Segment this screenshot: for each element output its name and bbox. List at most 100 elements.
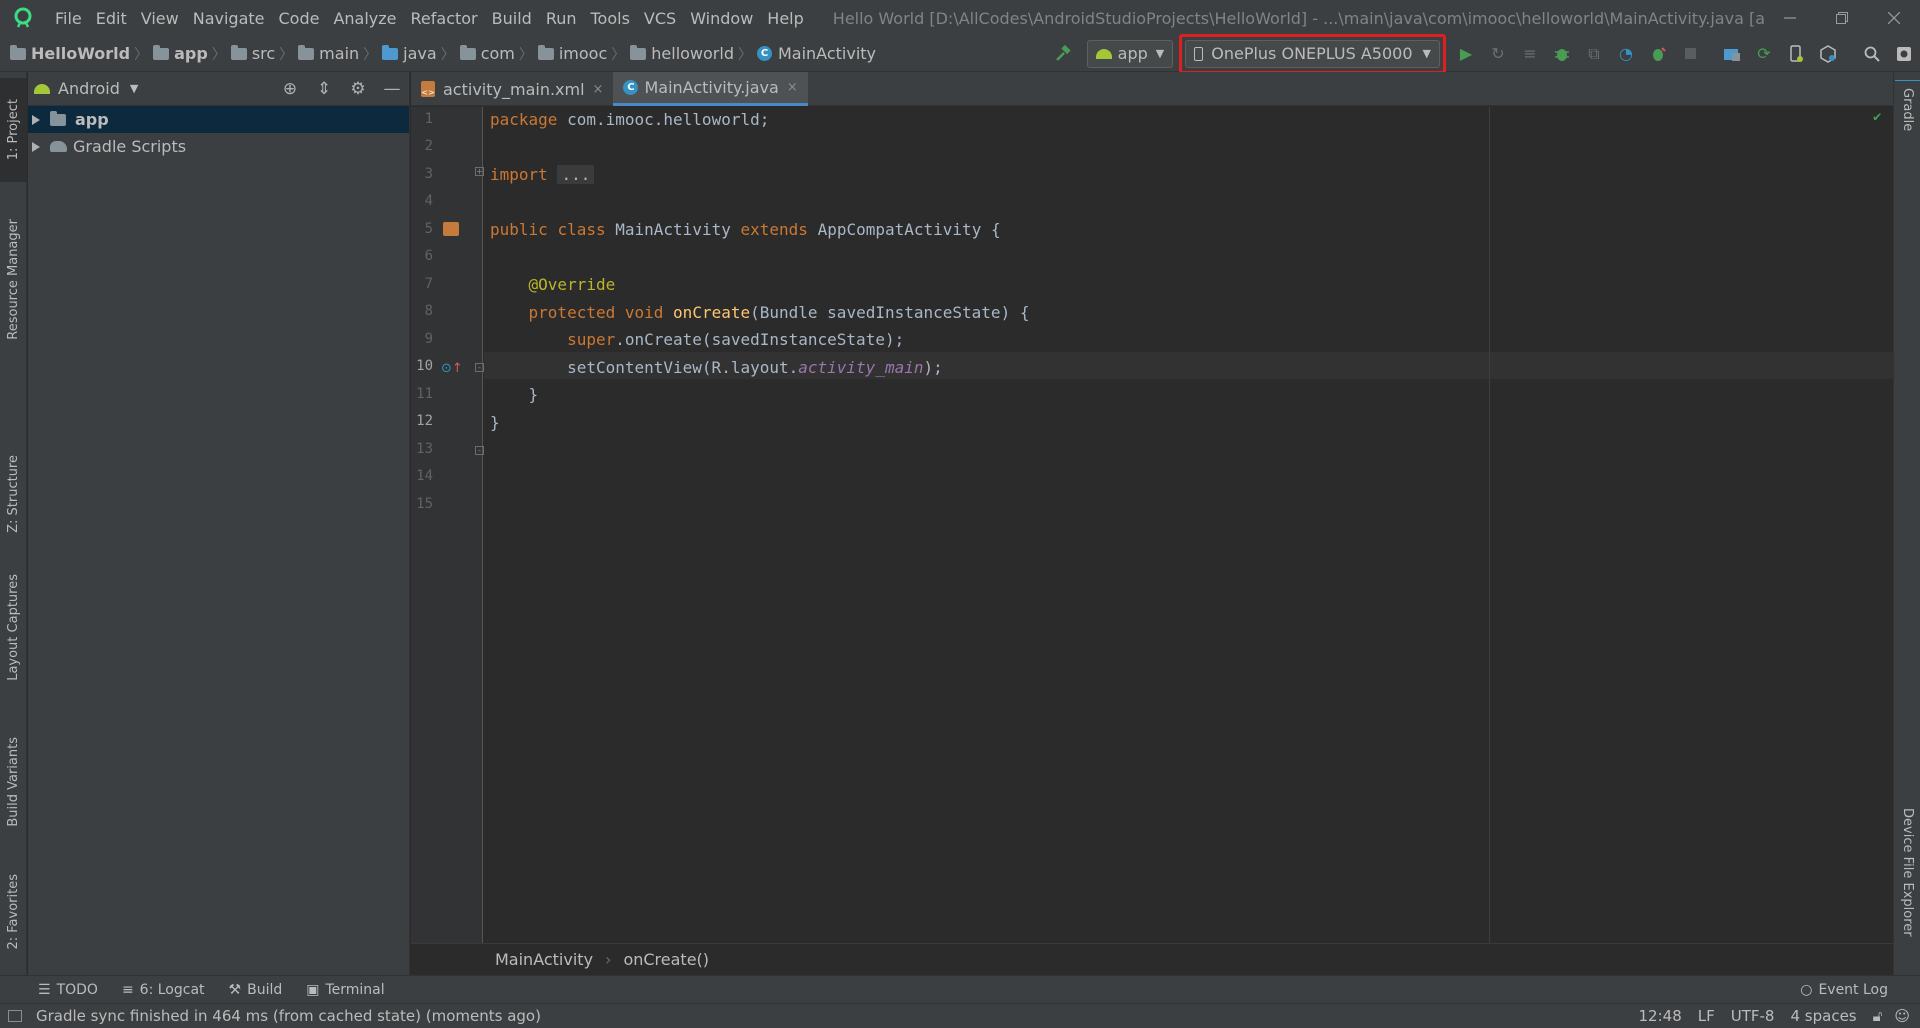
tree-item-gradle-scripts[interactable]: Gradle Scripts [28,133,409,160]
tool-tab-favorites[interactable]: 2: Favorites [0,862,27,962]
gear-icon[interactable]: ⚙ [341,74,375,104]
breadcrumb-java[interactable]: java [382,44,437,63]
device-select[interactable]: OnePlus ONEPLUS A5000 ▼ [1185,39,1440,68]
apply-changes-icon[interactable]: ↻ [1482,40,1514,68]
menu-edit[interactable]: Edit [89,9,134,28]
menu-build[interactable]: Build [485,9,539,28]
breadcrumb-separator: 〉 [279,46,294,63]
line-separator[interactable]: LF [1690,1007,1723,1025]
run-configuration-select[interactable]: app ▼ [1086,39,1174,68]
tool-tab-gradle[interactable]: Gradle [1894,88,1920,148]
tool-tab-layout-captures[interactable]: Layout Captures [0,562,27,692]
avd-manager-icon[interactable] [1780,40,1812,68]
profile-icon[interactable]: ◔ [1610,40,1642,68]
menu-window[interactable]: Window [683,9,760,28]
window-title: Hello World [D:\AllCodes\AndroidStudioPr… [832,8,1764,28]
stop-icon[interactable] [1674,40,1706,68]
event-log-button[interactable]: ○ Event Log [1788,982,1900,998]
tree-item-app[interactable]: app [28,106,409,133]
status-bar: Gradle sync finished in 464 ms (from cac… [0,1003,1920,1028]
right-margin-guide [1489,107,1490,943]
breadcrumb-main[interactable]: main [298,44,359,63]
search-icon[interactable] [1856,40,1888,68]
close-tab-icon[interactable]: × [593,82,604,97]
fold-marker-icon[interactable]: + [475,167,484,176]
tool-tab-resource-manager[interactable]: Resource Manager [0,204,27,354]
close-window-button[interactable] [1868,0,1920,36]
tool-tab-terminal[interactable]: ▣ Terminal [294,982,396,998]
breadcrumb-app[interactable]: app [153,44,208,63]
file-encoding[interactable]: UTF-8 [1723,1007,1783,1025]
override-method-icon[interactable]: ⊙↑ [441,361,463,376]
lock-icon[interactable]: 🔓︎ [1865,1007,1891,1025]
tool-tab-todo[interactable]: ☰ TODO [26,982,110,998]
assistant-icon[interactable] [1888,40,1920,68]
restore-button[interactable] [1816,0,1868,36]
bottom-tool-bar: ☰ TODO ≡ 6: Logcat ⚒ Build ▣ Terminal ○ Event… [0,975,1920,1003]
make-project-hammer-icon[interactable] [1047,40,1079,68]
project-structure-icon[interactable] [1716,40,1748,68]
attach-debugger-icon[interactable]: ⧉ [1578,40,1610,68]
line-number: 2 [424,138,433,154]
layout-xml-related-icon[interactable] [443,222,459,236]
sync-gradle-icon[interactable]: ⟳ [1748,40,1780,68]
tool-tab-project[interactable]: 1: Project [0,78,27,182]
tab-activity-main-xml[interactable]: <> activity_main.xml × [411,72,613,106]
collapse-all-icon[interactable]: ⇕ [307,74,341,104]
package-icon [537,44,554,60]
locate-target-icon[interactable]: ⊕ [273,74,307,104]
editor-breadcrumb-class[interactable]: MainActivity [495,950,593,969]
tab-mainactivity-java[interactable]: C MainActivity.java × [613,72,808,106]
menu-run[interactable]: Run [539,9,584,28]
expand-arrow-icon[interactable] [32,114,40,125]
chevron-down-icon[interactable]: ▼ [130,82,138,95]
tool-tab-logcat[interactable]: ≡ 6: Logcat [110,982,217,998]
breadcrumb-com[interactable]: com [459,44,515,63]
close-tab-icon[interactable]: × [787,80,798,95]
indent-setting[interactable]: 4 spaces [1782,1007,1864,1025]
hide-panel-icon[interactable]: — [375,74,409,104]
menu-analyze[interactable]: Analyze [326,9,403,28]
tool-tab-build[interactable]: ⚒ Build [217,982,295,998]
menu-refactor[interactable]: Refactor [404,9,485,28]
gradle-elephant-icon [50,141,67,152]
breadcrumb-helloworld[interactable]: helloworld [630,44,734,63]
editor-gutter[interactable]: 1 2 3 4 5 6 7 8 9 10 11 12 13 14 15 + ⊙↑… [411,107,484,943]
run-icon[interactable]: ▶ [1450,40,1482,68]
hector-inspector-icon[interactable]: ☺ [1890,1007,1920,1025]
menu-file[interactable]: File [48,9,89,28]
attach-process-icon[interactable] [1642,40,1674,68]
no-problems-check-icon[interactable]: ✔ [1873,109,1881,125]
menu-tools[interactable]: Tools [584,9,637,28]
apply-code-changes-icon[interactable]: ≡ [1514,40,1546,68]
breadcrumb-mainactivity[interactable]: C MainActivity [756,44,876,63]
breadcrumb-src[interactable]: src [230,44,275,63]
menu-navigate[interactable]: Navigate [186,9,272,28]
folder-icon [298,44,315,60]
breadcrumb-separator: 〉 [134,46,149,63]
menu-help[interactable]: Help [760,9,810,28]
toggle-tool-windows-icon[interactable] [8,1010,22,1022]
breadcrumb-imooc[interactable]: imooc [537,44,607,63]
menu-code[interactable]: Code [272,9,327,28]
debug-bug-icon[interactable] [1546,40,1578,68]
minimize-button[interactable] [1764,0,1816,36]
import-fold[interactable]: ... [557,165,595,184]
chevron-down-icon: ▼ [1155,47,1165,60]
breadcrumb-separator: 〉 [440,46,455,63]
expand-arrow-icon[interactable] [32,141,40,152]
caret-position[interactable]: 12:48 [1631,1007,1690,1025]
status-message[interactable]: Gradle sync finished in 464 ms (from cac… [28,1007,549,1025]
editor-breadcrumb-method[interactable]: onCreate() [623,950,709,969]
menu-view[interactable]: View [134,9,186,28]
tool-tab-device-file-explorer[interactable]: Device File Explorer [1894,808,1920,968]
code-editor[interactable]: package com.imooc.helloworld; import ...… [484,107,1893,943]
fold-marker-icon[interactable]: - [475,363,484,372]
tool-tab-structure[interactable]: Z: Structure [0,442,27,546]
project-view-selector[interactable]: Android [58,79,120,98]
tool-tab-build-variants[interactable]: Build Variants [0,722,27,842]
sdk-manager-icon[interactable] [1812,40,1844,68]
breadcrumb-project[interactable]: HelloWorld [10,44,130,63]
fold-marker-icon[interactable]: - [475,446,484,455]
menu-vcs[interactable]: VCS [637,9,683,28]
